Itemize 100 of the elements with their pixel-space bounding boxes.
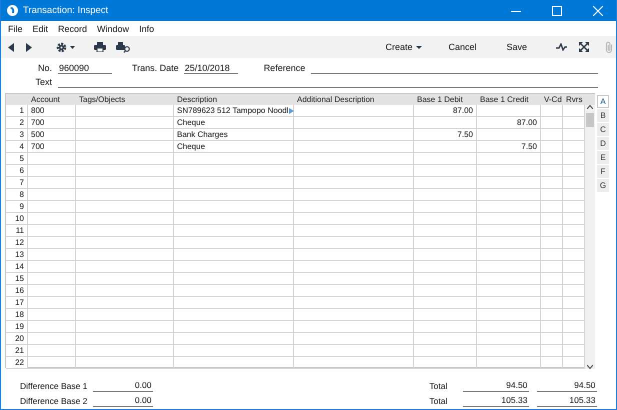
table-cell[interactable]: 800 (28, 105, 76, 117)
table-cell[interactable] (294, 105, 414, 117)
table-cell[interactable] (174, 297, 294, 309)
table-cell[interactable] (563, 129, 585, 141)
table-cell[interactable] (563, 357, 585, 369)
table-cell[interactable] (541, 105, 563, 117)
table-cell[interactable] (76, 105, 174, 117)
table-cell[interactable] (477, 285, 541, 297)
table-cell[interactable]: SN789623 512 Tampopo Noodl (174, 105, 294, 117)
table-cell[interactable] (541, 273, 563, 285)
menu-item[interactable]: File (3, 24, 28, 34)
table-cell[interactable] (563, 237, 585, 249)
table-cell[interactable] (174, 285, 294, 297)
table-cell[interactable] (541, 321, 563, 333)
toolbar-button[interactable]: Create (379, 40, 428, 54)
side-tab[interactable]: D (597, 137, 609, 150)
table-cell[interactable] (477, 177, 541, 189)
table-cell[interactable] (414, 201, 477, 213)
table-cell[interactable] (541, 261, 563, 273)
table-cell[interactable] (76, 189, 174, 201)
table-cell[interactable] (28, 237, 76, 249)
table-cell[interactable] (563, 321, 585, 333)
table-cell[interactable] (28, 177, 76, 189)
table-cell[interactable] (294, 189, 414, 201)
table-cell[interactable] (294, 129, 414, 141)
table-cell[interactable] (541, 201, 563, 213)
table-cell[interactable] (414, 261, 477, 273)
table-cell[interactable] (174, 213, 294, 225)
table-cell[interactable] (563, 165, 585, 177)
table-cell[interactable] (76, 141, 174, 153)
table-cell[interactable] (28, 261, 76, 273)
table-cell[interactable]: Bank Charges (174, 129, 294, 141)
table-cell[interactable] (477, 333, 541, 345)
table-cell[interactable] (477, 165, 541, 177)
table-cell[interactable]: 87.00 (414, 105, 477, 117)
table-cell[interactable]: 7.50 (477, 141, 541, 153)
table-cell[interactable] (414, 321, 477, 333)
table-cell[interactable] (414, 153, 477, 165)
table-cell[interactable] (563, 213, 585, 225)
side-tab[interactable]: B (597, 109, 609, 122)
table-cell[interactable] (563, 117, 585, 129)
table-cell[interactable] (76, 249, 174, 261)
table-cell[interactable]: 500 (28, 129, 76, 141)
printer-button[interactable] (91, 40, 109, 54)
activity-button[interactable] (553, 41, 570, 53)
table-cell[interactable] (76, 201, 174, 213)
expand-button[interactable] (576, 40, 592, 54)
table-cell[interactable] (563, 177, 585, 189)
table-cell[interactable] (414, 117, 477, 129)
table-cell[interactable] (541, 357, 563, 369)
table-cell[interactable] (541, 141, 563, 153)
table-cell[interactable] (563, 345, 585, 357)
side-tab[interactable]: C (597, 123, 609, 136)
table-cell[interactable] (477, 105, 541, 117)
table-cell[interactable]: Cheque (174, 141, 294, 153)
table-cell[interactable] (28, 285, 76, 297)
table-cell[interactable] (477, 225, 541, 237)
table-cell[interactable] (477, 189, 541, 201)
table-cell[interactable] (414, 273, 477, 285)
number-field[interactable]: 960090 (58, 62, 112, 74)
table-cell[interactable] (76, 177, 174, 189)
table-cell[interactable] (294, 345, 414, 357)
table-cell[interactable] (477, 357, 541, 369)
table-cell[interactable] (294, 321, 414, 333)
table-cell[interactable] (76, 237, 174, 249)
table-cell[interactable] (28, 165, 76, 177)
table-cell[interactable] (294, 153, 414, 165)
table-cell[interactable] (28, 249, 76, 261)
table-cell[interactable] (294, 309, 414, 321)
table-cell[interactable] (414, 141, 477, 153)
table-cell[interactable] (294, 141, 414, 153)
table-cell[interactable]: 87.00 (477, 117, 541, 129)
table-cell[interactable] (414, 345, 477, 357)
table-cell[interactable] (563, 309, 585, 321)
table-cell[interactable] (541, 117, 563, 129)
menu-item[interactable]: Info (134, 24, 160, 34)
table-cell[interactable] (294, 165, 414, 177)
table-cell[interactable] (477, 261, 541, 273)
table-cell[interactable] (174, 249, 294, 261)
table-cell[interactable] (174, 153, 294, 165)
table-cell[interactable] (76, 273, 174, 285)
table-cell[interactable] (76, 285, 174, 297)
table-cell[interactable] (477, 297, 541, 309)
table-cell[interactable] (414, 165, 477, 177)
table-cell[interactable] (541, 177, 563, 189)
toolbar-button[interactable]: Cancel (442, 40, 482, 54)
side-tab[interactable]: E (597, 151, 609, 164)
scroll-thumb[interactable] (586, 113, 594, 127)
table-cell[interactable] (477, 129, 541, 141)
table-cell[interactable]: Cheque (174, 117, 294, 129)
table-cell[interactable] (76, 261, 174, 273)
table-cell[interactable] (294, 201, 414, 213)
table-cell[interactable] (563, 285, 585, 297)
table-cell[interactable] (294, 249, 414, 261)
table-cell[interactable] (414, 285, 477, 297)
table-cell[interactable] (76, 297, 174, 309)
table-cell[interactable] (294, 261, 414, 273)
table-cell[interactable] (541, 309, 563, 321)
table-cell[interactable] (541, 345, 563, 357)
table-cell[interactable] (76, 153, 174, 165)
